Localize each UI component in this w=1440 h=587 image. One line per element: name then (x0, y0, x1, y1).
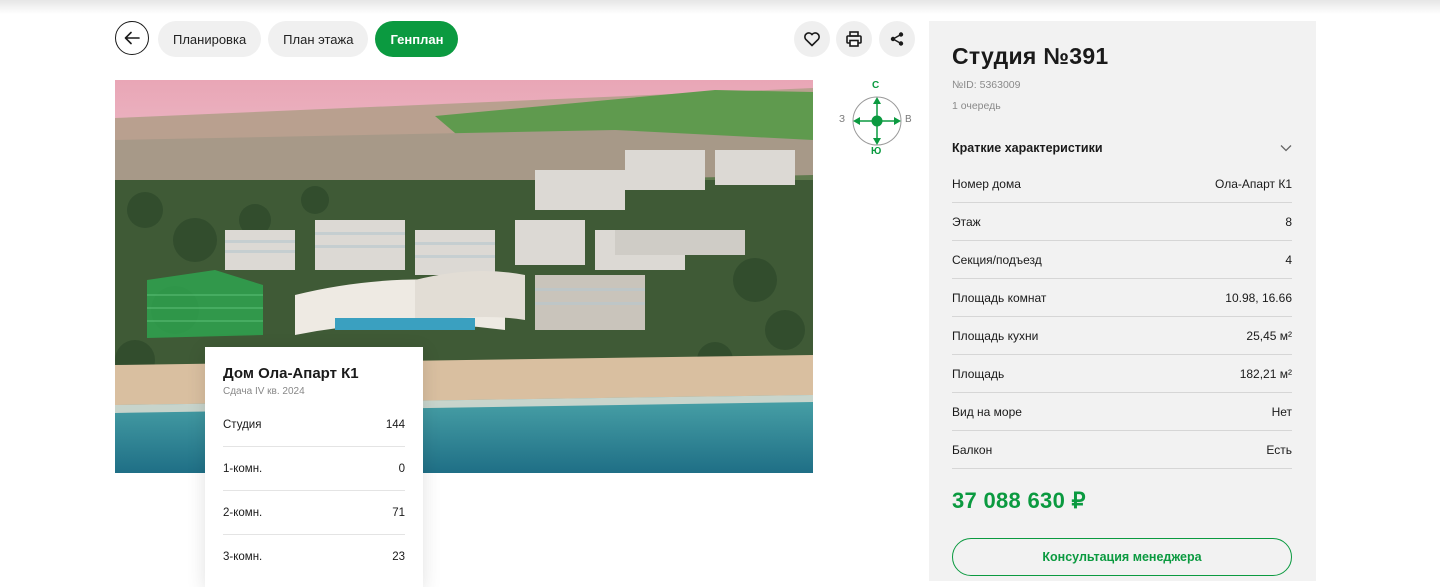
house-row-value: 71 (392, 506, 405, 519)
print-button[interactable] (836, 21, 872, 57)
house-row-label: 2-комн. (223, 506, 263, 519)
compass-east: В (905, 114, 912, 125)
favorite-button[interactable] (794, 21, 830, 57)
house-row-value: 23 (392, 550, 405, 563)
house-apartment-counts: Студия 144 1-комн. 0 2-комн. 71 3-комн. … (223, 403, 405, 578)
spec-label: Этаж (952, 214, 981, 229)
house-completion-date: Сдача IV кв. 2024 (223, 386, 305, 397)
view-tabs: Планировка План этажа Генплан (158, 21, 459, 57)
spec-value: Есть (1266, 442, 1292, 457)
tab-floor-plan[interactable]: План этажа (268, 21, 369, 57)
house-row-1room[interactable]: 1-комн. 0 (223, 447, 405, 491)
spec-value: 10.98, 16.66 (1225, 290, 1292, 305)
spec-label: Балкон (952, 442, 993, 457)
consultation-button[interactable]: Консультация менеджера (952, 538, 1292, 576)
spec-value: 182,21 м² (1239, 366, 1292, 381)
compass: С Ю З В (836, 80, 920, 160)
compass-west: З (839, 114, 846, 125)
compass-north: С (872, 80, 880, 91)
tab-layout[interactable]: Планировка (158, 21, 262, 57)
spec-value: 25,45 м² (1246, 328, 1292, 343)
house-row-value: 0 (398, 462, 405, 475)
arrow-left-icon (124, 31, 140, 45)
house-row-2room[interactable]: 2-комн. 71 (223, 491, 405, 535)
spec-row-balcony: Балкон Есть (952, 431, 1292, 469)
house-title: Дом Ола-Апарт К1 (223, 365, 359, 382)
apartment-info-panel: Студия №391 №ID: 5363009 1 очередь Кратк… (929, 21, 1316, 581)
specs-accordion-header[interactable]: Краткие характеристики (952, 139, 1292, 157)
house-row-3room[interactable]: 3-комн. 23 (223, 535, 405, 578)
spec-row-total-area: Площадь 182,21 м² (952, 355, 1292, 393)
house-row-value: 144 (385, 418, 405, 431)
house-info-card: Дом Ола-Апарт К1 Сдача IV кв. 2024 Студи… (205, 347, 423, 587)
tab-master-plan[interactable]: Генплан (375, 21, 459, 57)
spec-label: Площадь (952, 366, 1005, 381)
spec-value: Ола-Апарт К1 (1215, 176, 1292, 191)
spec-row-house-number: Номер дома Ола-Апарт К1 (952, 165, 1292, 203)
spec-value: Нет (1271, 404, 1292, 419)
chevron-down-icon (1280, 145, 1292, 152)
compass-rose-icon (852, 96, 902, 146)
spec-row-room-area: Площадь комнат 10.98, 16.66 (952, 279, 1292, 317)
spec-row-floor: Этаж 8 (952, 203, 1292, 241)
share-button[interactable] (879, 21, 915, 57)
apartment-id: №ID: 5363009 (952, 79, 1021, 91)
printer-icon (846, 31, 862, 47)
house-row-label: 3-комн. (223, 550, 263, 563)
spec-label: Секция/подъезд (952, 252, 1042, 267)
specs-list: Номер дома Ола-Апарт К1 Этаж 8 Секция/по… (952, 165, 1292, 469)
apartment-price: 37 088 630 ₽ (952, 488, 1086, 513)
specs-section-title: Краткие характеристики (952, 141, 1103, 155)
spec-value: 8 (1285, 214, 1292, 229)
share-icon (890, 32, 904, 46)
top-shadow (0, 0, 1440, 14)
heart-icon (804, 32, 820, 47)
spec-row-sea-view: Вид на море Нет (952, 393, 1292, 431)
apartment-queue: 1 очередь (952, 100, 1001, 112)
spec-row-kitchen-area: Площадь кухни 25,45 м² (952, 317, 1292, 355)
spec-label: Вид на море (952, 404, 1022, 419)
back-button[interactable] (115, 21, 149, 55)
spec-label: Площадь комнат (952, 290, 1047, 305)
spec-label: Площадь кухни (952, 328, 1039, 343)
house-row-studio[interactable]: Студия 144 (223, 403, 405, 447)
highlighted-building[interactable] (147, 270, 263, 338)
spec-value: 4 (1285, 252, 1292, 267)
spec-label: Номер дома (952, 176, 1021, 191)
spec-row-section: Секция/подъезд 4 (952, 241, 1292, 279)
house-row-label: Студия (223, 418, 262, 431)
apartment-title: Студия №391 (952, 43, 1109, 69)
house-row-label: 1-комн. (223, 462, 263, 475)
